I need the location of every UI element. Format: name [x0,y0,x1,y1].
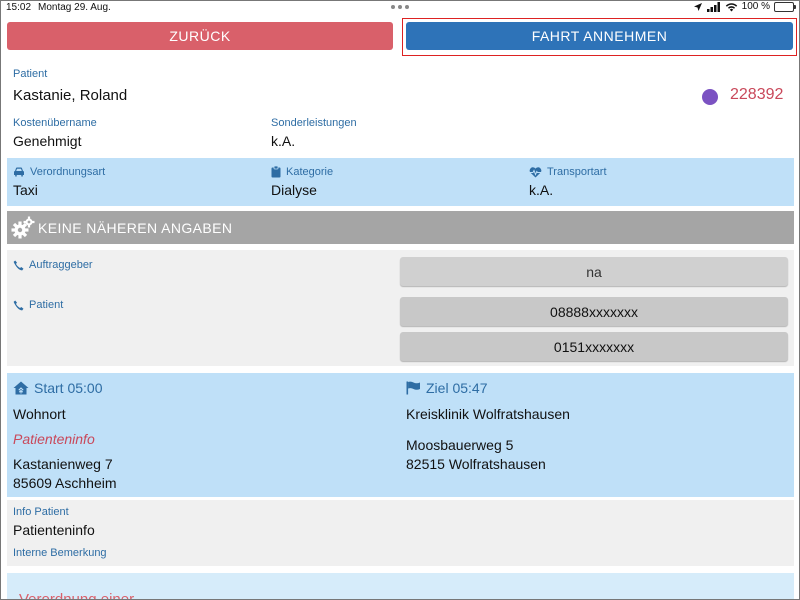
status-bar: 15:02 Montag 29. Aug. 100 % [0,0,800,16]
multitasking-dots-icon[interactable] [391,5,409,9]
notes-header: KEINE NÄHEREN ANGABEN [7,211,794,244]
destination-city: 82515 Wolfratshausen [406,456,546,472]
gears-icon [10,215,36,241]
status-indicators: 100 % [693,1,796,12]
prescription-type-value: Taxi [13,182,38,198]
client-header: Auftraggeber [13,259,93,271]
special-services-label: Sonderleistungen [271,117,357,129]
start-label: Start 05:00 [34,380,103,396]
transport-type-header: Transportart [529,166,607,178]
battery-icon [774,1,796,12]
cost-coverage-value: Genehmigt [13,133,82,149]
prescription-note-band: Verordnung einer [7,573,794,600]
prescription-type-header: Verordnungsart [13,166,105,178]
destination-label: Ziel 05:47 [426,380,488,396]
prescription-note-text: Verordnung einer [19,591,135,600]
patient-status-dot-icon [702,89,718,105]
start-city: 85609 Aschheim [13,475,117,491]
start-street: Kastanienweg 7 [13,456,113,472]
location-arrow-icon [693,2,703,12]
route-band [7,373,794,497]
transport-type-value: k.A. [529,182,554,198]
cost-coverage-label: Kostenübername [13,117,97,129]
category-label: Kategorie [286,166,334,178]
destination-header: Ziel 05:47 [406,380,487,396]
start-header: Start 05:00 [13,380,103,396]
patient-label: Patient [13,68,48,80]
patient-id: 228392 [730,86,784,103]
patient-phone-button-2[interactable]: 0151xxxxxxx [400,332,788,361]
client-label: Auftraggeber [29,259,93,271]
car-icon [13,167,25,177]
heartbeat-icon [529,166,542,178]
wifi-icon [725,2,738,12]
battery-percent: 100 % [741,1,770,12]
accept-button-focus-frame: FAHRT ANNEHMEN [402,18,797,56]
category-value: Dialyse [271,182,317,198]
category-header: Kategorie [271,166,333,178]
start-patient-info: Patienteninfo [13,431,95,447]
patient-contact-header: Patient [13,299,63,311]
notes-header-text: KEINE NÄHEREN ANGABEN [38,219,233,236]
status-time: 15:02 [6,2,32,13]
order-details-band [7,158,794,206]
home-icon [13,381,29,395]
patient-phone-button-1[interactable]: 08888xxxxxxx [400,297,788,326]
special-services-value: k.A. [271,133,296,149]
internal-remark-label: Interne Bemerkung [13,547,107,559]
patient-info-value: Patienteninfo [13,522,95,538]
back-button[interactable]: ZURÜCK [7,22,393,50]
prescription-type-label: Verordnungsart [30,166,106,178]
status-date: Montag 29. Aug. [38,2,111,13]
transport-type-label: Transportart [547,166,607,178]
accept-ride-button[interactable]: FAHRT ANNEHMEN [406,22,793,50]
destination-place: Kreisklinik Wolfratshausen [406,406,570,422]
patient-info-label: Info Patient [13,506,69,518]
clipboard-icon [271,166,281,178]
client-phone-button[interactable]: na [400,257,788,286]
flag-icon [406,381,421,395]
cellular-signal-icon [706,1,721,12]
patient-contact-label: Patient [29,299,64,311]
patient-name: Kastanie, Roland [13,87,128,104]
phone-icon [13,260,24,271]
info-band [7,500,794,566]
phone-icon [13,300,24,311]
destination-street: Moosbauerweg 5 [406,437,514,453]
start-place: Wohnort [13,406,66,422]
